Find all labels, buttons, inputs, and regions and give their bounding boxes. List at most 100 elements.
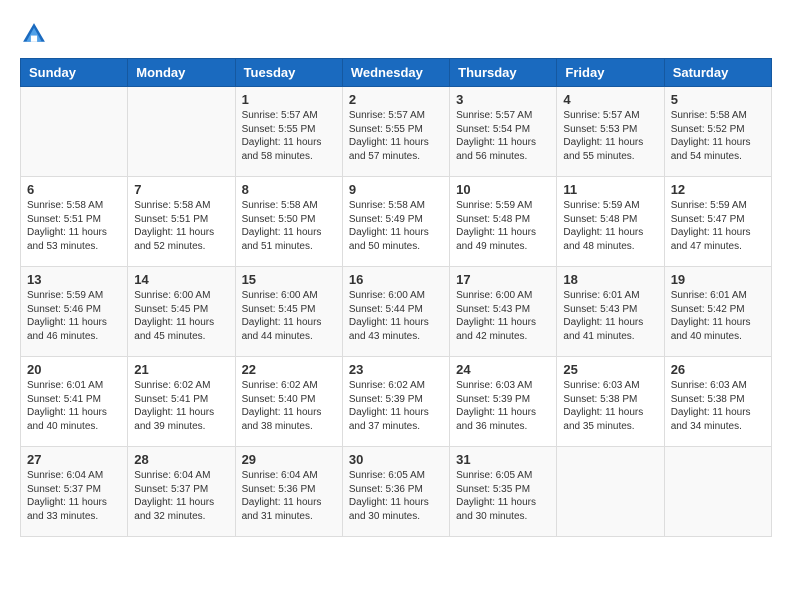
calendar-cell: 7Sunrise: 5:58 AM Sunset: 5:51 PM Daylig…	[128, 177, 235, 267]
calendar-cell: 20 Sunrise: 6:01 AM Sunset: 5:41 PM Dayli…	[21, 357, 128, 447]
calendar-week-row: 6Sunrise: 5:58 AM Sunset: 5:51 PM Daylig…	[21, 177, 772, 267]
day-info: Sunrise: 5:59 AM Sunset: 5:48 PM Dayligh…	[563, 199, 657, 253]
day-number: 1	[242, 92, 336, 107]
day-info: Sunrise: 5:57 AM Sunset: 5:54 PM Dayligh…	[456, 109, 550, 163]
day-number: 15	[242, 272, 336, 287]
calendar-cell: 29 Sunrise: 6:04 AM Sunset: 5:36 PM Dayli…	[235, 447, 342, 537]
day-number: 14	[134, 272, 228, 287]
day-info: Sunrise: 6:04 AM Sunset: 5:36 PM Dayligh…	[242, 469, 336, 523]
day-info: Sunrise: 5:58 AM Sunset: 5:51 PM Dayligh…	[27, 199, 121, 253]
calendar-cell	[557, 447, 664, 537]
day-number: 18	[563, 272, 657, 287]
calendar-cell: 16 Sunrise: 6:00 AM Sunset: 5:44 PM Dayli…	[342, 267, 449, 357]
calendar-week-row: 13 Sunrise: 5:59 AM Sunset: 5:46 PM Dayli…	[21, 267, 772, 357]
day-number: 8	[242, 182, 336, 197]
header-tuesday: Tuesday	[235, 59, 342, 87]
day-info: Sunrise: 6:04 AM Sunset: 5:37 PM Dayligh…	[134, 469, 228, 523]
logo-icon	[20, 20, 48, 48]
calendar-cell: 31 Sunrise: 6:05 AM Sunset: 5:35 PM Dayli…	[450, 447, 557, 537]
header-sunday: Sunday	[21, 59, 128, 87]
header-friday: Friday	[557, 59, 664, 87]
calendar-cell: 19Sunrise: 6:01 AM Sunset: 5:42 PM Dayli…	[664, 267, 771, 357]
calendar-cell: 18Sunrise: 6:01 AM Sunset: 5:43 PM Dayli…	[557, 267, 664, 357]
day-number: 9	[349, 182, 443, 197]
day-number: 13	[27, 272, 121, 287]
day-info: Sunrise: 6:03 AM Sunset: 5:38 PM Dayligh…	[563, 379, 657, 433]
day-number: 22	[242, 362, 336, 377]
day-info: Sunrise: 6:02 AM Sunset: 5:41 PM Dayligh…	[134, 379, 228, 433]
calendar-cell	[664, 447, 771, 537]
day-number: 28	[134, 452, 228, 467]
day-info: Sunrise: 5:59 AM Sunset: 5:46 PM Dayligh…	[27, 289, 121, 343]
day-number: 5	[671, 92, 765, 107]
day-number: 20	[27, 362, 121, 377]
calendar-cell	[21, 87, 128, 177]
calendar-cell: 21 Sunrise: 6:02 AM Sunset: 5:41 PM Dayli…	[128, 357, 235, 447]
day-number: 27	[27, 452, 121, 467]
day-info: Sunrise: 6:00 AM Sunset: 5:44 PM Dayligh…	[349, 289, 443, 343]
header-wednesday: Wednesday	[342, 59, 449, 87]
calendar-cell: 24Sunrise: 6:03 AM Sunset: 5:39 PM Dayli…	[450, 357, 557, 447]
day-number: 17	[456, 272, 550, 287]
calendar-cell: 8 Sunrise: 5:58 AM Sunset: 5:50 PM Daylig…	[235, 177, 342, 267]
day-number: 16	[349, 272, 443, 287]
calendar-cell: 14Sunrise: 6:00 AM Sunset: 5:45 PM Dayli…	[128, 267, 235, 357]
day-number: 21	[134, 362, 228, 377]
calendar-cell: 5 Sunrise: 5:58 AM Sunset: 5:52 PM Daylig…	[664, 87, 771, 177]
day-info: Sunrise: 6:05 AM Sunset: 5:35 PM Dayligh…	[456, 469, 550, 523]
day-info: Sunrise: 5:58 AM Sunset: 5:50 PM Dayligh…	[242, 199, 336, 253]
day-info: Sunrise: 5:58 AM Sunset: 5:51 PM Dayligh…	[134, 199, 228, 253]
calendar-cell: 15 Sunrise: 6:00 AM Sunset: 5:45 PM Dayli…	[235, 267, 342, 357]
day-info: Sunrise: 6:05 AM Sunset: 5:36 PM Dayligh…	[349, 469, 443, 523]
day-info: Sunrise: 5:57 AM Sunset: 5:55 PM Dayligh…	[349, 109, 443, 163]
day-number: 2	[349, 92, 443, 107]
calendar-week-row: 27 Sunrise: 6:04 AM Sunset: 5:37 PM Dayli…	[21, 447, 772, 537]
calendar-cell: 10 Sunrise: 5:59 AM Sunset: 5:48 PM Dayli…	[450, 177, 557, 267]
calendar-cell: 17 Sunrise: 6:00 AM Sunset: 5:43 PM Dayli…	[450, 267, 557, 357]
calendar-cell: 27 Sunrise: 6:04 AM Sunset: 5:37 PM Dayli…	[21, 447, 128, 537]
logo	[20, 20, 52, 48]
day-number: 24	[456, 362, 550, 377]
day-info: Sunrise: 6:00 AM Sunset: 5:45 PM Dayligh…	[242, 289, 336, 343]
calendar-cell: 26Sunrise: 6:03 AM Sunset: 5:38 PM Dayli…	[664, 357, 771, 447]
calendar-cell: 30 Sunrise: 6:05 AM Sunset: 5:36 PM Dayli…	[342, 447, 449, 537]
calendar-header-row: SundayMondayTuesdayWednesdayThursdayFrid…	[21, 59, 772, 87]
calendar-cell: 4 Sunrise: 5:57 AM Sunset: 5:53 PM Daylig…	[557, 87, 664, 177]
calendar-cell: 3 Sunrise: 5:57 AM Sunset: 5:54 PM Daylig…	[450, 87, 557, 177]
day-info: Sunrise: 5:59 AM Sunset: 5:47 PM Dayligh…	[671, 199, 765, 253]
calendar-cell: 22 Sunrise: 6:02 AM Sunset: 5:40 PM Dayli…	[235, 357, 342, 447]
day-number: 26	[671, 362, 765, 377]
calendar-cell: 23Sunrise: 6:02 AM Sunset: 5:39 PM Dayli…	[342, 357, 449, 447]
calendar-cell: 25 Sunrise: 6:03 AM Sunset: 5:38 PM Dayli…	[557, 357, 664, 447]
day-number: 4	[563, 92, 657, 107]
calendar-cell: 13 Sunrise: 5:59 AM Sunset: 5:46 PM Dayli…	[21, 267, 128, 357]
day-info: Sunrise: 6:00 AM Sunset: 5:43 PM Dayligh…	[456, 289, 550, 343]
day-info: Sunrise: 6:01 AM Sunset: 5:41 PM Dayligh…	[27, 379, 121, 433]
calendar-cell: 6Sunrise: 5:58 AM Sunset: 5:51 PM Daylig…	[21, 177, 128, 267]
day-number: 25	[563, 362, 657, 377]
calendar-week-row: 20 Sunrise: 6:01 AM Sunset: 5:41 PM Dayli…	[21, 357, 772, 447]
day-info: Sunrise: 6:04 AM Sunset: 5:37 PM Dayligh…	[27, 469, 121, 523]
calendar-cell: 12 Sunrise: 5:59 AM Sunset: 5:47 PM Dayli…	[664, 177, 771, 267]
day-info: Sunrise: 5:58 AM Sunset: 5:49 PM Dayligh…	[349, 199, 443, 253]
day-number: 30	[349, 452, 443, 467]
day-info: Sunrise: 5:58 AM Sunset: 5:52 PM Dayligh…	[671, 109, 765, 163]
calendar-cell: 9 Sunrise: 5:58 AM Sunset: 5:49 PM Daylig…	[342, 177, 449, 267]
calendar-week-row: 1 Sunrise: 5:57 AM Sunset: 5:55 PM Daylig…	[21, 87, 772, 177]
day-info: Sunrise: 6:02 AM Sunset: 5:40 PM Dayligh…	[242, 379, 336, 433]
header-saturday: Saturday	[664, 59, 771, 87]
day-number: 12	[671, 182, 765, 197]
day-info: Sunrise: 6:01 AM Sunset: 5:42 PM Dayligh…	[671, 289, 765, 343]
header-monday: Monday	[128, 59, 235, 87]
day-info: Sunrise: 5:59 AM Sunset: 5:48 PM Dayligh…	[456, 199, 550, 253]
day-info: Sunrise: 5:57 AM Sunset: 5:53 PM Dayligh…	[563, 109, 657, 163]
calendar-cell: 2 Sunrise: 5:57 AM Sunset: 5:55 PM Daylig…	[342, 87, 449, 177]
day-number: 29	[242, 452, 336, 467]
day-number: 23	[349, 362, 443, 377]
day-number: 10	[456, 182, 550, 197]
day-number: 3	[456, 92, 550, 107]
day-number: 31	[456, 452, 550, 467]
calendar-cell: 11Sunrise: 5:59 AM Sunset: 5:48 PM Dayli…	[557, 177, 664, 267]
calendar-cell: 28 Sunrise: 6:04 AM Sunset: 5:37 PM Dayli…	[128, 447, 235, 537]
calendar-cell	[128, 87, 235, 177]
